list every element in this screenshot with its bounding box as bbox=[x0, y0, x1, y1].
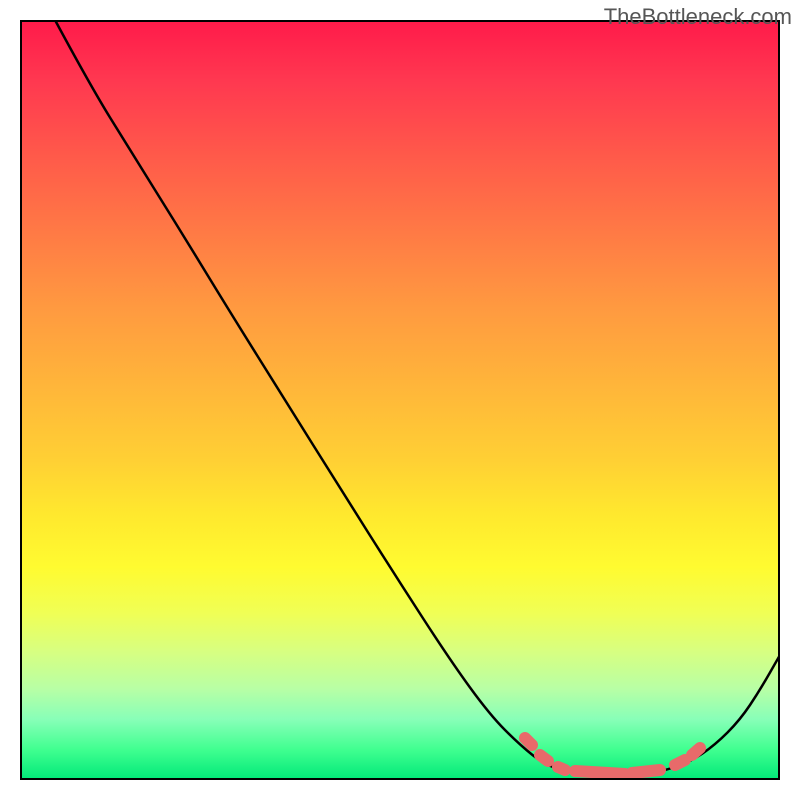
plot-area bbox=[20, 20, 780, 780]
curve-svg bbox=[20, 20, 780, 780]
chart-container: TheBottleneck.com bbox=[0, 0, 800, 800]
bottleneck-curve bbox=[55, 20, 780, 776]
watermark-text: TheBottleneck.com bbox=[604, 4, 792, 30]
optimal-markers bbox=[525, 738, 700, 774]
